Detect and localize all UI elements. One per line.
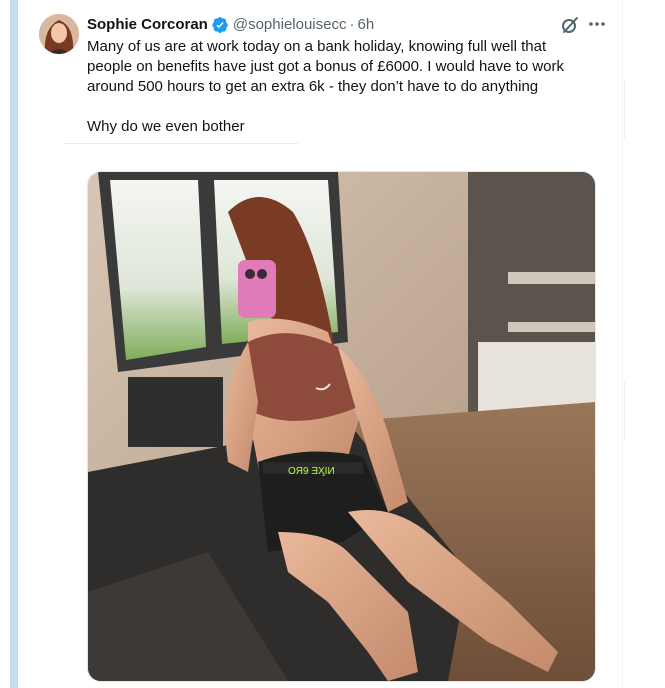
avatar[interactable] <box>39 14 79 54</box>
column-divider <box>622 0 623 688</box>
side-panel-edge <box>624 80 665 140</box>
tweet-header: Sophie Corcoran @sophielouisecc · 6h <box>87 15 374 35</box>
verified-badge-icon <box>211 16 229 34</box>
divider <box>64 143 298 144</box>
display-name[interactable]: Sophie Corcoran <box>87 15 208 35</box>
handle[interactable]: @sophielouisecc <box>233 15 347 35</box>
tweet-text-line: Many of us are at work today on a bank h… <box>87 38 547 55</box>
tweet-text-line: around 500 hours to get an extra 6k - th… <box>87 78 539 95</box>
tweet-page: Sophie Corcoran @sophielouisecc · 6h Man… <box>0 0 665 688</box>
timestamp[interactable]: 6h <box>357 15 374 35</box>
tweet-text: Many of us are at work today on a bank h… <box>87 37 607 137</box>
svg-text:OЯ9 ƎӼIИ: OЯ9 ƎӼIИ <box>288 466 335 477</box>
avatar-image <box>39 14 79 54</box>
tweet-text-line: people on benefits have just got a bonus… <box>87 58 564 75</box>
more-horizontal-icon[interactable] <box>587 14 607 34</box>
thread-rail <box>10 0 18 688</box>
grok-icon[interactable] <box>560 15 580 35</box>
side-panel-edge <box>624 380 665 440</box>
tweet-text-line: Why do we even bother <box>87 118 245 135</box>
separator-dot: · <box>349 16 355 33</box>
photo: OЯ9 ƎӼIИ <box>88 172 595 681</box>
tweet-media-photo[interactable]: OЯ9 ƎӼIИ <box>87 171 596 682</box>
